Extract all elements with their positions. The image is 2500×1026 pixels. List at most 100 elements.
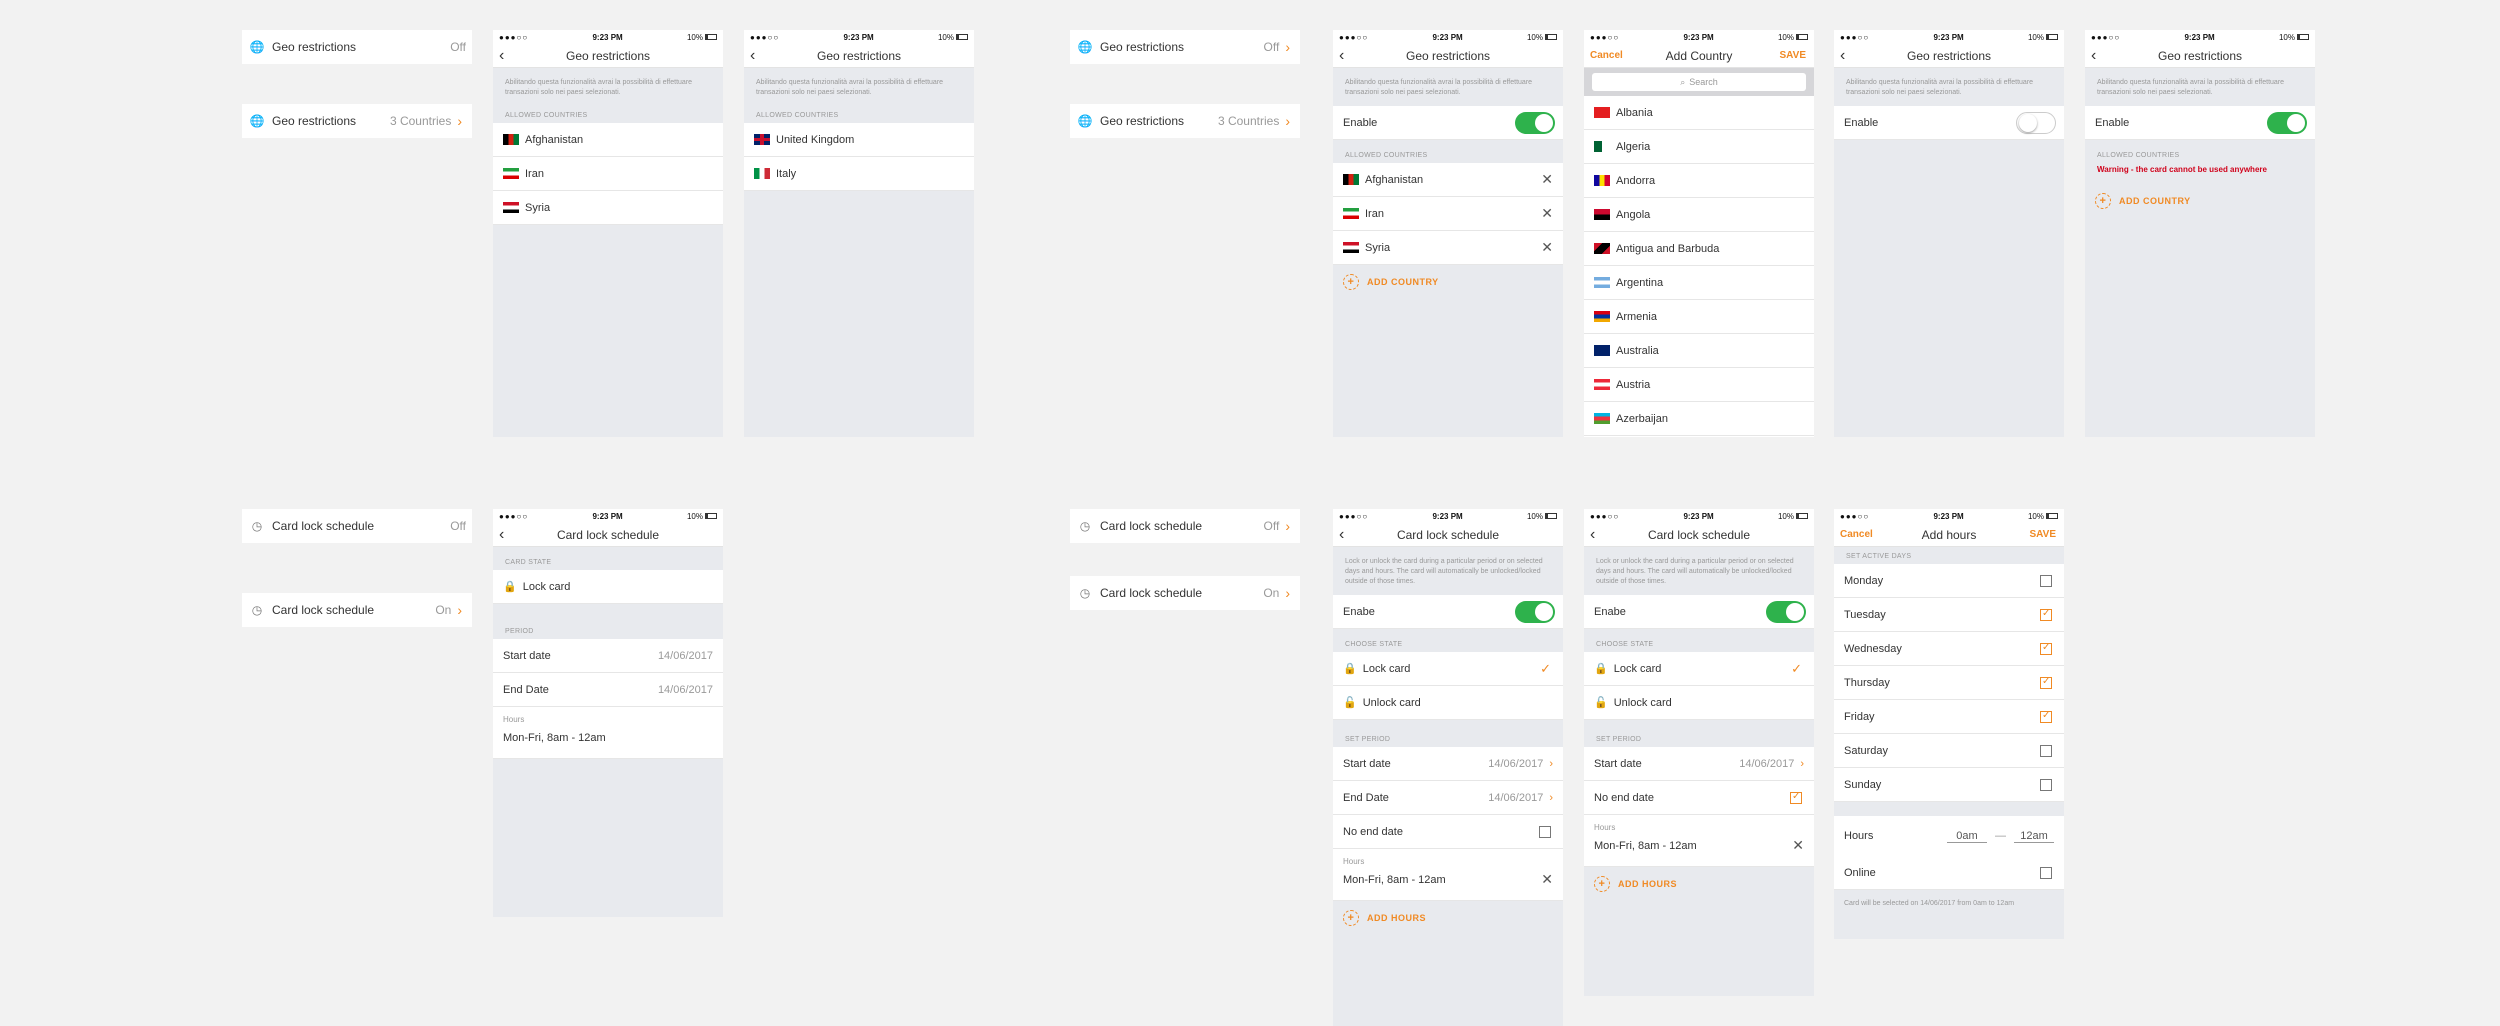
back-icon[interactable]: ‹ bbox=[1339, 47, 1344, 65]
day-label: Saturday bbox=[1844, 744, 1889, 757]
to-hour-input[interactable]: 12am bbox=[2014, 830, 2054, 843]
geo-row-off[interactable]: 🌐 Geo restrictions Off bbox=[242, 30, 472, 64]
day-row[interactable]: Wednesday bbox=[1834, 632, 2064, 666]
from-hour-input[interactable]: 0am bbox=[1947, 830, 1987, 843]
lock-row-off[interactable]: ◷ Card lock schedule Off bbox=[242, 509, 472, 543]
signal: ●●●○○ bbox=[499, 32, 529, 42]
day-checkbox[interactable] bbox=[2040, 574, 2052, 587]
unlock-option[interactable]: 🔓 Unlock card bbox=[1584, 686, 1814, 720]
save-button[interactable]: SAVE bbox=[1780, 50, 1807, 61]
geo-row-countries[interactable]: 🌐 Geo restrictions 3 Countries › bbox=[242, 104, 472, 138]
list-item[interactable]: Argentina bbox=[1584, 266, 1814, 300]
cancel-button[interactable]: Cancel bbox=[1840, 529, 1873, 540]
add-country-button[interactable]: + ADD COUNTRY bbox=[1333, 265, 1563, 299]
list-item[interactable]: Afghanistan ✕ bbox=[1333, 163, 1563, 197]
day-label: Sunday bbox=[1844, 778, 1882, 791]
day-checkbox[interactable] bbox=[2040, 608, 2052, 621]
unlock-option[interactable]: 🔓 Unlock card bbox=[1333, 686, 1563, 720]
status-time: 9:23 PM bbox=[843, 32, 874, 42]
lock-row-on[interactable]: ◷ Card lock schedule On › bbox=[1070, 576, 1300, 610]
list-item[interactable]: Algeria bbox=[1584, 130, 1814, 164]
search-icon: ⌕ bbox=[1680, 76, 1686, 87]
check-icon: ✓ bbox=[1540, 660, 1551, 676]
day-row[interactable]: Tuesday bbox=[1834, 598, 2064, 632]
no-end-date-checkbox[interactable] bbox=[1539, 825, 1551, 838]
start-date-row[interactable]: Start date 14/06/2017 › bbox=[1584, 747, 1814, 781]
list-item[interactable]: Syria bbox=[493, 191, 723, 225]
list-item[interactable]: Iran ✕ bbox=[1333, 197, 1563, 231]
remove-icon[interactable]: ✕ bbox=[1541, 239, 1553, 256]
search-input[interactable]: ⌕ Search bbox=[1592, 73, 1806, 91]
enable-toggle[interactable] bbox=[1766, 600, 1806, 623]
online-checkbox[interactable] bbox=[2040, 866, 2052, 879]
flag-antigua-icon bbox=[1594, 243, 1610, 254]
add-hours-button[interactable]: + ADD HOURS bbox=[1333, 901, 1563, 935]
clock-icon: ◷ bbox=[1079, 519, 1091, 533]
warning-text: Warning - the card cannot be used anywhe… bbox=[2097, 165, 2267, 174]
day-checkbox[interactable] bbox=[2040, 744, 2052, 757]
list-item[interactable]: United Kingdom bbox=[744, 123, 974, 157]
geo-row-off[interactable]: 🌐 Geo restrictions Off › bbox=[1070, 30, 1300, 64]
description: Abilitando questa funzionalità avrai la … bbox=[2097, 79, 2285, 96]
enable-toggle[interactable] bbox=[2267, 111, 2307, 134]
start-date-row[interactable]: Start date 14/06/2017 › bbox=[1333, 747, 1563, 781]
list-item[interactable]: Armenia bbox=[1584, 300, 1814, 334]
day-row[interactable]: Monday bbox=[1834, 564, 2064, 598]
signal: ●●●○○ bbox=[1840, 511, 1870, 521]
day-checkbox[interactable] bbox=[2040, 642, 2052, 655]
save-button[interactable]: SAVE bbox=[2030, 529, 2057, 540]
enable-toggle[interactable] bbox=[1515, 600, 1555, 623]
geo-row-value: 3 Countries bbox=[1217, 114, 1280, 128]
description: Abilitando questa funzionalità avrai la … bbox=[1846, 79, 2034, 96]
list-item[interactable]: Afghanistan bbox=[493, 123, 723, 157]
lock-row-on[interactable]: ◷ Card lock schedule On › bbox=[242, 593, 472, 627]
geo-row-countries[interactable]: 🌐 Geo restrictions 3 Countries › bbox=[1070, 104, 1300, 138]
lock-option[interactable]: 🔒 Lock card ✓ bbox=[1333, 652, 1563, 686]
add-country-button[interactable]: + ADD COUNTRY bbox=[2085, 184, 2315, 218]
day-row[interactable]: Friday bbox=[1834, 700, 2064, 734]
enable-toggle[interactable] bbox=[2016, 111, 2056, 134]
back-icon[interactable]: ‹ bbox=[2091, 47, 2096, 65]
back-icon[interactable]: ‹ bbox=[499, 47, 504, 65]
country-label: Argentina bbox=[1616, 276, 1664, 289]
list-item[interactable]: Italy bbox=[744, 157, 974, 191]
list-item[interactable]: Azerbaijan bbox=[1584, 402, 1814, 436]
remove-icon[interactable]: ✕ bbox=[1541, 171, 1553, 188]
add-hours-button[interactable]: + ADD HOURS bbox=[1584, 867, 1814, 901]
chevron-right-icon: › bbox=[1285, 113, 1290, 129]
day-checkbox[interactable] bbox=[2040, 778, 2052, 791]
remove-icon[interactable]: ✕ bbox=[1792, 837, 1804, 854]
phone-geo-edit: ●●●○○ 9:23 PM 10% ‹ Geo restrictions Abilit… bbox=[1333, 30, 1563, 437]
flag-armenia-icon bbox=[1594, 311, 1610, 322]
back-icon[interactable]: ‹ bbox=[750, 47, 755, 65]
geo-row-value: Off bbox=[1263, 40, 1280, 54]
list-item[interactable]: Australia bbox=[1584, 334, 1814, 368]
remove-icon[interactable]: ✕ bbox=[1541, 871, 1553, 888]
remove-icon[interactable]: ✕ bbox=[1541, 205, 1553, 222]
enable-toggle[interactable] bbox=[1515, 111, 1555, 134]
back-icon[interactable]: ‹ bbox=[499, 526, 504, 544]
signal: ●●●○○ bbox=[750, 32, 780, 42]
no-end-date-checkbox[interactable] bbox=[1790, 791, 1802, 804]
list-item[interactable]: Angola bbox=[1584, 198, 1814, 232]
day-row[interactable]: Sunday bbox=[1834, 768, 2064, 802]
battery: 10% bbox=[687, 512, 717, 521]
hours-range-row: Hours 0am — 12am bbox=[1834, 816, 2064, 856]
day-checkbox[interactable] bbox=[2040, 676, 2052, 689]
day-row[interactable]: Thursday bbox=[1834, 666, 2064, 700]
list-item[interactable]: Andorra bbox=[1584, 164, 1814, 198]
back-icon[interactable]: ‹ bbox=[1840, 47, 1845, 65]
end-date-row[interactable]: End Date 14/06/2017 › bbox=[1333, 781, 1563, 815]
list-item[interactable]: Austria bbox=[1584, 368, 1814, 402]
list-item[interactable]: Albania bbox=[1584, 96, 1814, 130]
day-row[interactable]: Saturday bbox=[1834, 734, 2064, 768]
lock-option[interactable]: 🔒 Lock card ✓ bbox=[1584, 652, 1814, 686]
list-item[interactable]: Iran bbox=[493, 157, 723, 191]
list-item[interactable]: Antigua and Barbuda bbox=[1584, 232, 1814, 266]
lock-row-off[interactable]: ◷ Card lock schedule Off › bbox=[1070, 509, 1300, 543]
cancel-button[interactable]: Cancel bbox=[1590, 50, 1623, 61]
list-item[interactable]: Syria ✕ bbox=[1333, 231, 1563, 265]
back-icon[interactable]: ‹ bbox=[1590, 526, 1595, 544]
day-checkbox[interactable] bbox=[2040, 710, 2052, 723]
back-icon[interactable]: ‹ bbox=[1339, 526, 1344, 544]
